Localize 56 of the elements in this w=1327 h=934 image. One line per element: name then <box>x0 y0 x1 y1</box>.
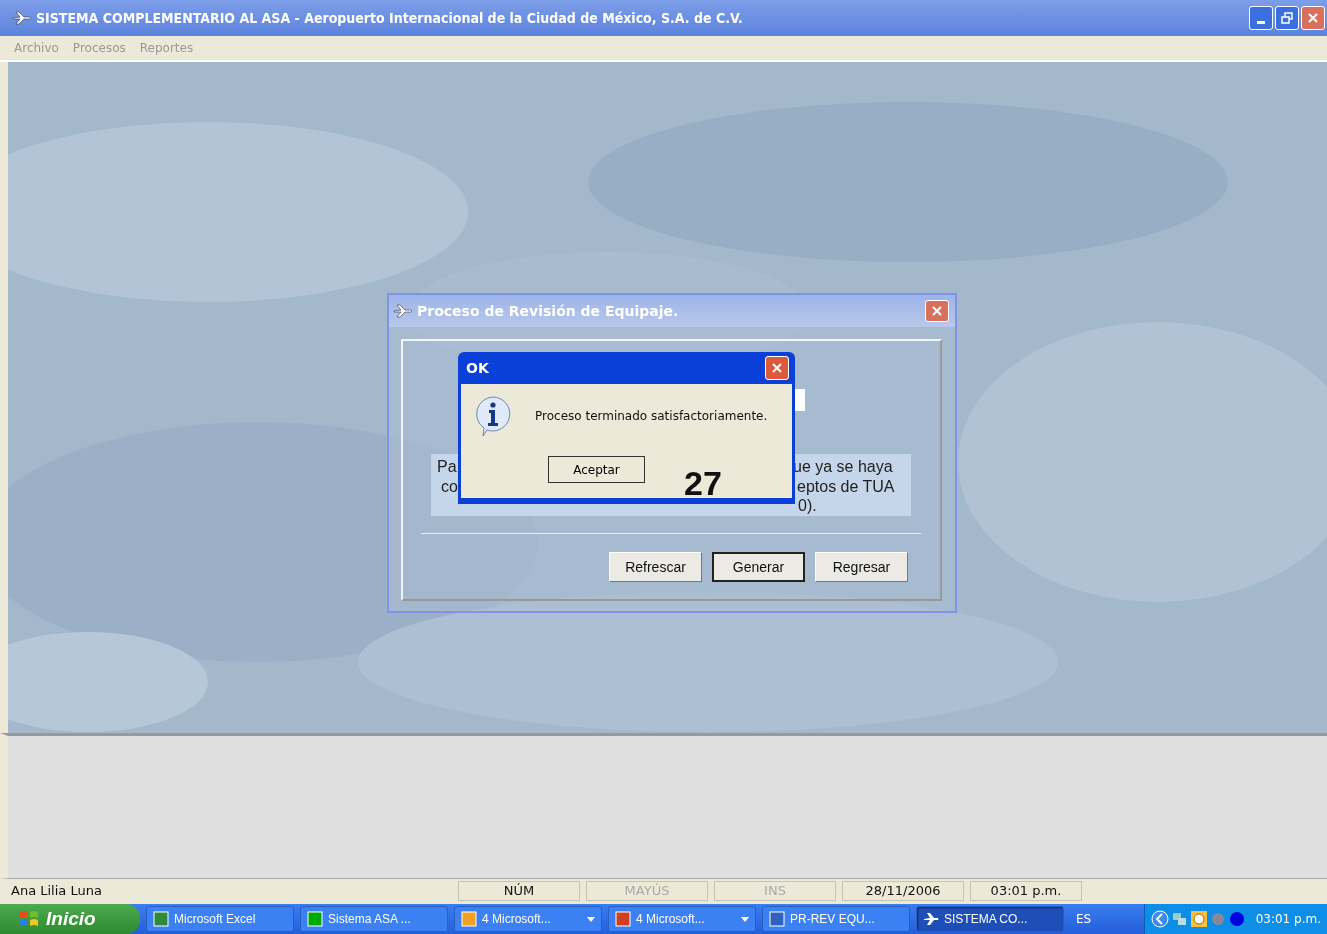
menu-item[interactable]: Procesos <box>72 41 126 55</box>
chevron-icon[interactable] <box>1150 910 1169 928</box>
status-panel: NÚM <box>458 881 580 901</box>
close-icon <box>931 305 943 317</box>
app-icon <box>615 911 631 927</box>
user-name-label: Ana Lilia Luna <box>10 882 103 900</box>
app-icon <box>461 911 477 927</box>
status-panel: INS <box>714 881 836 901</box>
taskbar-button[interactable]: SISTEMA CO... <box>916 906 1064 932</box>
message-title: OK <box>466 360 489 376</box>
close-button[interactable] <box>1301 6 1325 30</box>
taskbar-button[interactable]: 4 Microsoft... <box>608 906 756 932</box>
window-title: SISTEMA COMPLEMENTARIO AL ASA - Aeropuerto Internacional de la Ciudad de México, S.A. de C.V. <box>36 10 743 26</box>
clock-icon[interactable] <box>1190 911 1207 927</box>
taskbar-button[interactable]: Microsoft Excel <box>146 906 294 932</box>
close-icon <box>771 362 783 374</box>
menu-item[interactable]: Archivo <box>14 41 59 55</box>
message-text: Proceso terminado satisfactoriamente. <box>535 409 768 423</box>
restore-icon <box>1281 12 1293 24</box>
caret-icon <box>587 916 595 922</box>
accept-button[interactable]: Aceptar <box>548 456 645 483</box>
caret-icon <box>741 916 749 922</box>
dialog-title: Proceso de Revisión de Equipaje. <box>417 303 679 319</box>
taskbar-button[interactable]: PR-REV EQU... <box>762 906 910 932</box>
app-icon <box>153 911 169 927</box>
menu-item[interactable]: Reportes <box>139 41 194 55</box>
info-text: Pa <box>437 457 458 477</box>
info-text: eptos de TUA <box>796 477 895 497</box>
close-button[interactable] <box>765 356 789 380</box>
dialog-button[interactable]: Regresar <box>815 552 908 582</box>
minimize-icon <box>1257 20 1265 24</box>
taskbar-button[interactable]: 4 Microsoft... <box>454 906 602 932</box>
annotation-number: 27 <box>684 464 722 502</box>
circle-icon[interactable] <box>1228 911 1245 927</box>
airplane-icon <box>12 11 32 25</box>
status-panel: MAYÚS <box>586 881 708 901</box>
close-icon <box>1307 12 1319 24</box>
airplane-icon <box>393 304 413 318</box>
airplane-icon <box>923 911 939 927</box>
dialog-button[interactable]: Refrescar <box>609 552 702 582</box>
network-icon[interactable] <box>1171 911 1188 927</box>
windows-flag-icon <box>18 909 40 929</box>
info-text: co <box>440 477 458 497</box>
language-indicator[interactable]: ES <box>1070 912 1098 926</box>
dialog-button[interactable]: Generar <box>712 552 805 582</box>
app-icon <box>307 911 323 927</box>
app-icon <box>769 911 785 927</box>
minimize-button[interactable] <box>1249 6 1273 30</box>
taskbar-button[interactable]: Sistema ASA ... <box>300 906 448 932</box>
status-panel: 28/11/2006 <box>842 881 964 901</box>
status-panel: 03:01 p.m. <box>970 881 1082 901</box>
info-text: 0). <box>798 496 817 516</box>
restore-button[interactable] <box>1275 6 1299 30</box>
start-button[interactable]: Inicio <box>0 904 140 934</box>
taskbar-clock: 03:01 p.m. <box>1255 912 1321 926</box>
close-button[interactable] <box>925 300 949 322</box>
